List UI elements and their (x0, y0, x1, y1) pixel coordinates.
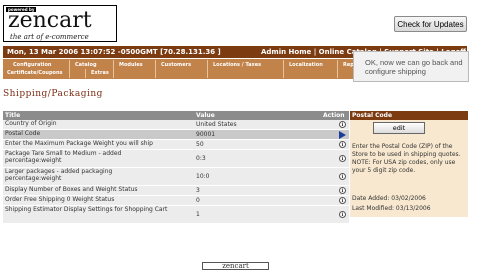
menu-divider (69, 60, 70, 78)
table-row[interactable]: Country of Origin United States i (3, 120, 349, 130)
row-value: 50 (196, 141, 204, 148)
menu-customers[interactable]: Customers (161, 62, 191, 68)
date-added: Date Added: 03/02/2006 (352, 195, 426, 202)
row-value: 1 (196, 211, 200, 218)
page-title: Shipping/Packaging (3, 89, 103, 99)
row-value: 0:3 (196, 155, 206, 162)
row-title: Enter the Maximum Package Weight you wil… (5, 140, 153, 147)
menu-configuration[interactable]: Configuration (13, 62, 51, 68)
row-value: 90001 (196, 131, 216, 138)
info-icon[interactable]: i (339, 173, 346, 180)
brand-name: zencart (8, 8, 92, 33)
info-icon[interactable]: i (339, 197, 346, 204)
row-title: Postal Code (5, 130, 41, 137)
table-row[interactable]: Display Number of Boxes and Weight Statu… (3, 186, 349, 196)
footer-logo: zencart (202, 262, 269, 270)
row-title: Larger packages - added packaging percen… (5, 168, 113, 182)
table-row[interactable]: Package Tare Small to Medium - added per… (3, 150, 349, 168)
panel-description: Enter the Postal Code (ZIP) of the Store… (352, 143, 461, 174)
menu-divider (85, 69, 86, 78)
table-row[interactable]: Larger packages - added packaging percen… (3, 168, 349, 186)
last-modified: Last Modified: 03/13/2006 (352, 205, 431, 212)
table-row[interactable]: Enter the Maximum Package Weight you wil… (3, 140, 349, 150)
column-value-header: Value (196, 112, 215, 119)
annotation-tooltip: OK, now we can go back and configure shi… (353, 51, 469, 82)
table-row[interactable]: Shipping Estimator Display Settings for … (3, 206, 349, 224)
row-title: Display Number of Boxes and Weight Statu… (5, 186, 138, 193)
row-value: United States (196, 121, 237, 128)
row-title: Package Tare Small to Medium - added per… (5, 150, 122, 164)
info-icon[interactable]: i (339, 211, 346, 218)
menu-locations-taxes[interactable]: Locations / Taxes (213, 62, 261, 68)
info-icon[interactable]: i (339, 141, 346, 148)
row-value: 10:0 (196, 173, 210, 180)
table-row[interactable]: Order Free Shipping 0 Weight Status 0 i (3, 196, 349, 206)
menu-divider (113, 60, 114, 78)
menu-divider (207, 60, 208, 78)
menu-modules[interactable]: Modules (119, 62, 143, 68)
menu-divider (337, 60, 338, 78)
table-row-selected[interactable]: Postal Code 90001 (3, 130, 349, 140)
row-value: 3 (196, 187, 200, 194)
row-title: Order Free Shipping 0 Weight Status (5, 196, 115, 203)
column-action-header: Action (323, 112, 345, 119)
column-title-header: Title (5, 112, 21, 119)
info-icon[interactable]: i (339, 187, 346, 194)
info-icon[interactable]: i (339, 155, 346, 162)
edit-button[interactable]: edit (373, 122, 425, 134)
row-title: Shipping Estimator Display Settings for … (5, 206, 168, 213)
menu-divider (155, 60, 156, 78)
check-for-updates-button[interactable]: Check for Updates (394, 16, 467, 32)
brand-tagline: the art of e-commerce (10, 33, 89, 41)
menu-certificate-coupons[interactable]: Certificate/Coupons (7, 70, 63, 76)
menu-localization[interactable]: Localization (289, 62, 323, 68)
row-value: 0 (196, 197, 200, 204)
info-icon[interactable]: i (339, 121, 346, 128)
menu-extras[interactable]: Extras (91, 70, 109, 76)
menu-divider (283, 60, 284, 78)
header-datetime: Mon, 13 Mar 2006 13:07:52 -0500GMT [70.2… (7, 48, 221, 56)
selected-arrow-icon (339, 131, 346, 139)
row-title: Country of Origin (5, 120, 57, 127)
menu-catalog[interactable]: Catalog (75, 62, 97, 68)
panel-title: Postal Code (350, 111, 468, 120)
info-panel: edit Enter the Postal Code (ZIP) of the … (350, 120, 468, 217)
configuration-table: Country of Origin United States i Postal… (3, 120, 349, 224)
table-header: Title Value Action (3, 111, 349, 120)
zencart-logo: powered by zencart the art of e-commerce (3, 5, 117, 42)
